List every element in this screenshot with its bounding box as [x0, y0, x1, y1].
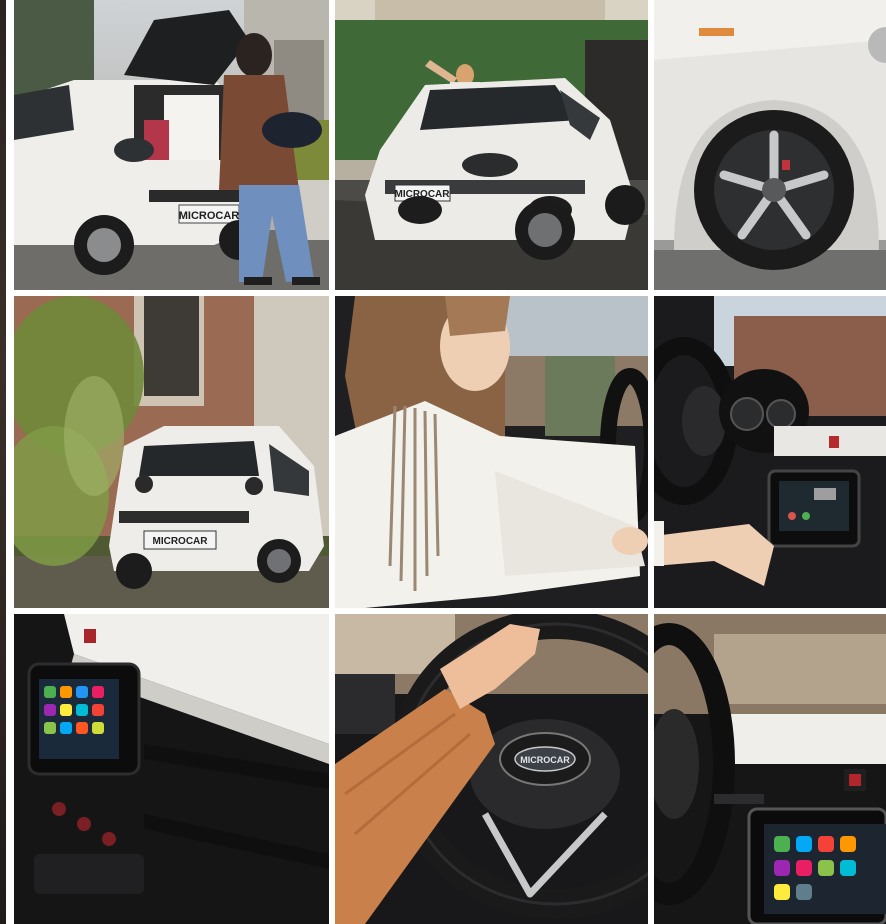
photo-tile-rear-open-trunk[interactable]: MICROCAR [14, 0, 329, 290]
photo-dashboard-screen [14, 614, 329, 924]
photo-tile-dashboard-screen[interactable] [14, 614, 329, 924]
photo-front-woman-waving: MICROCAR [335, 0, 648, 290]
photo-tile-woman-driving[interactable] [335, 296, 648, 608]
photo-tile-rear-brick-building[interactable]: MICROCAR [14, 296, 329, 608]
photo-rear-brick-building: MICROCAR [14, 296, 329, 608]
photo-tile-hand-steering-wheel[interactable]: MICROCAR [335, 614, 648, 924]
photo-carplay-screen [654, 614, 886, 924]
photo-tile-hand-dashboard[interactable] [654, 296, 886, 608]
photo-tile-wheel-closeup[interactable] [654, 0, 886, 290]
photo-hand-steering-wheel: MICROCAR [335, 614, 648, 924]
photo-tile-front-woman-waving[interactable]: MICROCAR [335, 0, 648, 290]
plate-text-1: MICROCAR [179, 210, 240, 222]
photo-tile-carplay-screen[interactable] [654, 614, 886, 924]
photo-hand-dashboard [654, 296, 886, 608]
left-edge-strip [0, 0, 6, 924]
photo-wheel-closeup [654, 0, 886, 290]
photo-gallery-page: MICROCAR MICROCAR MICROCAR MICROCAR [0, 0, 886, 924]
photo-woman-driving [335, 296, 648, 608]
photo-grid: MICROCAR MICROCAR MICROCAR MICROCAR [14, 0, 886, 924]
photo-rear-open-trunk: MICROCAR [14, 0, 329, 290]
plate-text-3: MICROCAR [153, 536, 209, 547]
steering-badge-text: MICROCAR [520, 755, 570, 765]
